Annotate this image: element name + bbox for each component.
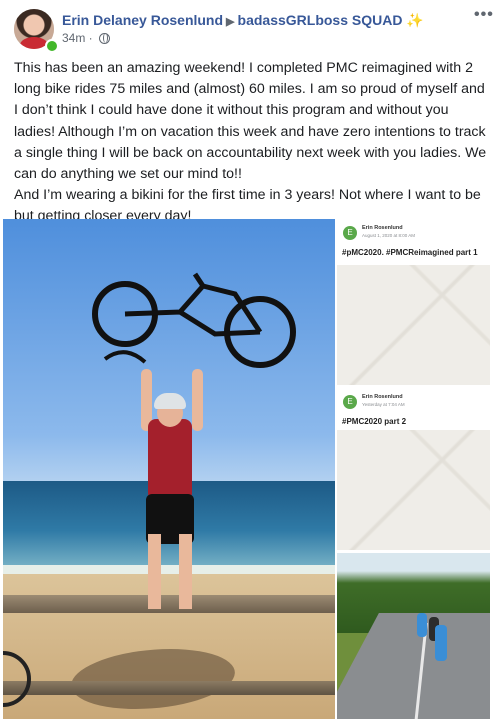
avatar-letter: E [343, 226, 357, 240]
card-date: Yesterday at 7:04 AM [362, 402, 405, 407]
card-author: Erin Rosenlund [362, 394, 403, 400]
left-leg [148, 534, 161, 609]
online-status-dot [45, 39, 59, 53]
cycling-jersey [148, 419, 192, 501]
right-leg [179, 534, 192, 609]
more-options-icon[interactable]: ••• [474, 6, 494, 24]
right-arm [192, 369, 203, 431]
partial-wheel [3, 651, 31, 707]
group-name-link[interactable]: badassGRLboss SQUAD [238, 12, 403, 28]
post-body: This has been an amazing weekend! I comp… [14, 58, 492, 228]
post-meta: 34m · [62, 31, 111, 45]
raised-bicycle [92, 272, 296, 368]
photo-fence-lower [3, 681, 335, 695]
avatar-letter: E [343, 395, 357, 409]
card-author: Erin Rosenlund [362, 225, 403, 231]
beach-bike-photo[interactable] [3, 219, 335, 719]
route-map [337, 430, 490, 550]
post-header: Erin Delaney Rosenlund ▶ badassGRLboss SQU… [0, 0, 500, 54]
route-map [337, 265, 490, 385]
avatar-shirt [20, 37, 48, 49]
author-name-link[interactable]: Erin Delaney Rosenlund [62, 12, 223, 28]
post-paragraph: This has been an amazing weekend! I comp… [14, 60, 487, 183]
card-title: #pMC2020. #PMCReimagined part 1 [342, 248, 478, 257]
card-date: August 1, 2020 at 8:00 AM [362, 233, 416, 238]
road-ride-photo[interactable] [337, 553, 490, 719]
cyclist [435, 625, 447, 661]
cyclist [417, 613, 427, 637]
ride-card-2[interactable]: E Erin Rosenlund Yesterday at 7:04 AM #P… [337, 388, 490, 550]
ride-card-1[interactable]: E Erin Rosenlund August 1, 2020 at 8:00 … [337, 219, 490, 385]
card-title: #PMC2020 part 2 [342, 417, 407, 426]
rider-helmet [154, 393, 186, 409]
triangle-right-icon: ▶ [226, 16, 235, 28]
post-timestamp[interactable]: 34m [62, 31, 85, 45]
photo-fence [3, 595, 335, 613]
post-author-line: Erin Delaney Rosenlund ▶ badassGRLboss SQU… [62, 12, 424, 29]
globe-icon [99, 33, 111, 44]
sparkles-icon: ✨ [406, 12, 424, 28]
